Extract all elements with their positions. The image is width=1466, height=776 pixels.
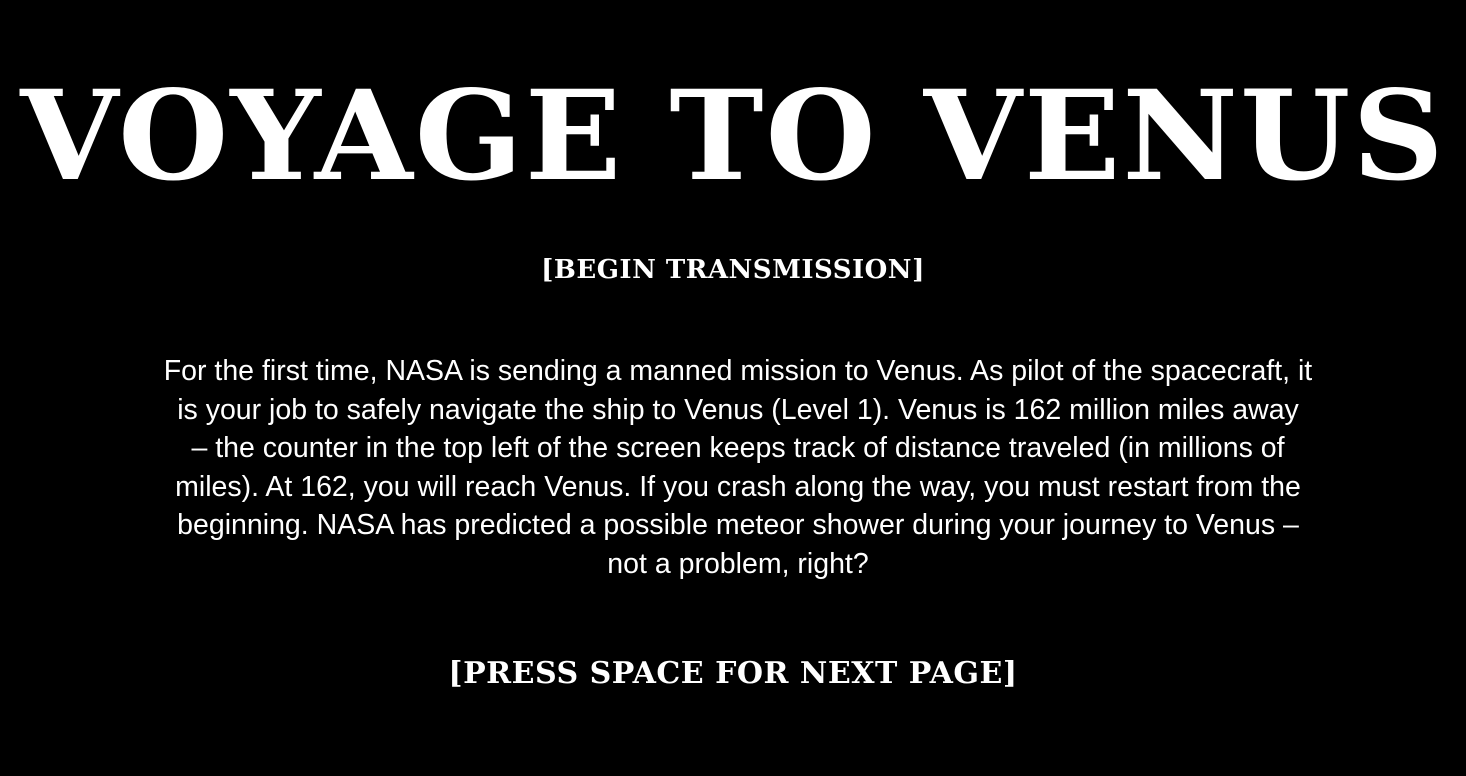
intro-screen[interactable]: VOYAGE TO VENUS [BEGIN TRANSMISSION] For… [0,0,1466,776]
mission-briefing-text: For the first time, NASA is sending a ma… [163,355,1313,580]
press-space-prompt[interactable]: [PRESS SPACE FOR NEXT PAGE] [0,654,1466,694]
game-title: VOYAGE TO VENUS [20,64,1446,209]
transmission-start-label: [BEGIN TRANSMISSION] [541,255,925,285]
